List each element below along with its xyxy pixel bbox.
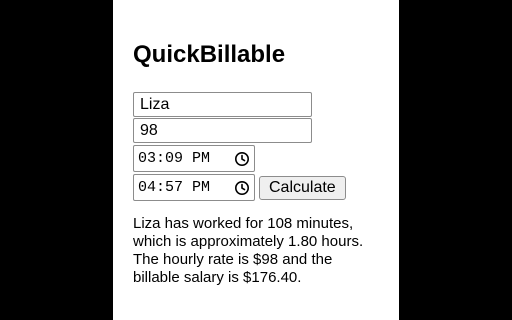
clock-icon[interactable] — [234, 180, 250, 196]
app-panel: QuickBillable 03:09 PM 04:57 PM Calculat… — [113, 0, 399, 320]
page-title: QuickBillable — [133, 41, 286, 68]
start-time-value: 03:09 PM — [138, 150, 211, 167]
name-input[interactable] — [133, 92, 312, 117]
end-time-value: 04:57 PM — [138, 179, 211, 196]
clock-icon[interactable] — [234, 151, 250, 167]
calculate-button[interactable]: Calculate — [259, 176, 346, 200]
result-text: Liza has worked for 108 minutes, which i… — [133, 215, 364, 286]
hourly-rate-input[interactable] — [133, 118, 312, 143]
end-time-input[interactable]: 04:57 PM — [133, 174, 255, 201]
start-time-input[interactable]: 03:09 PM — [133, 145, 255, 172]
screen: QuickBillable 03:09 PM 04:57 PM Calculat… — [0, 0, 512, 320]
